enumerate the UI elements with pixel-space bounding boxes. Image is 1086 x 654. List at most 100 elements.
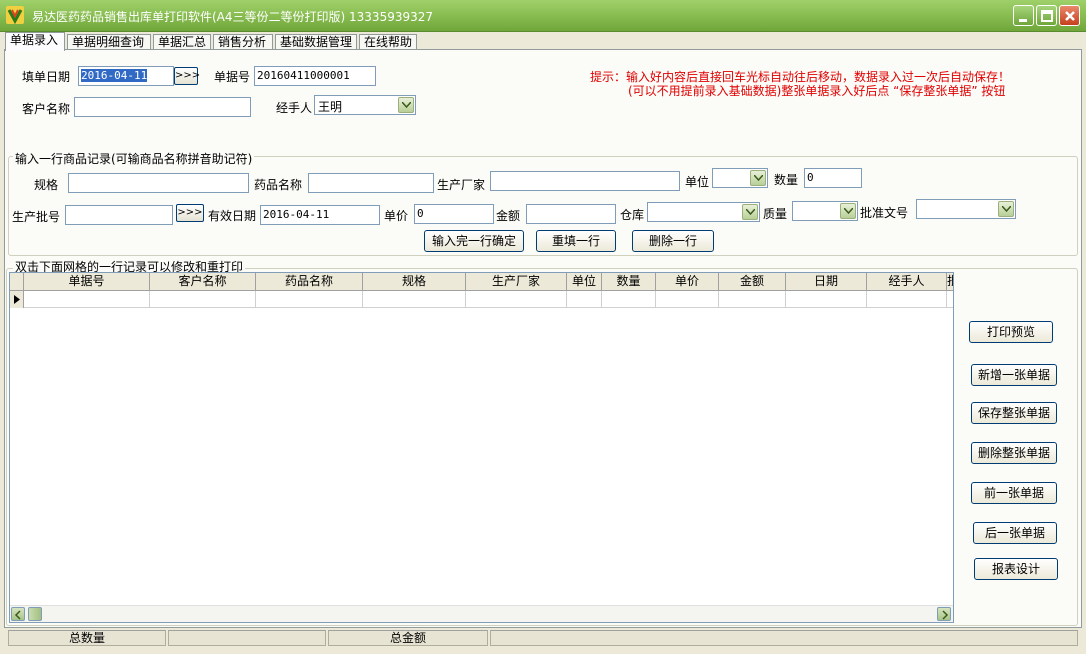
tab-sales-analysis[interactable]: 销售分析 [213,34,273,50]
report-design-button[interactable]: 报表设计 [974,558,1058,580]
confirm-row-button[interactable]: 输入完一行确定 [424,230,524,252]
handler-value: 王明 [318,100,343,114]
col-doc-no[interactable]: 单据号 [24,273,150,291]
handler-select[interactable]: 王明 [314,95,416,115]
date-field[interactable]: 2016-04-11 [78,66,174,86]
col-date[interactable]: 日期 [786,273,867,291]
next-doc-button[interactable]: 后一张单据 [973,522,1057,544]
col-qty[interactable]: 数量 [602,273,656,291]
chevron-down-icon[interactable] [840,203,856,219]
horizontal-scrollbar[interactable] [10,605,953,622]
entry-group-title: 输入一行商品记录(可输商品名称拼音助记符) [13,150,255,167]
col-batch[interactable]: 批号 [947,273,953,291]
print-preview-button[interactable]: 打印预览 [969,321,1053,343]
col-spec[interactable]: 规格 [363,273,466,291]
expiry-field[interactable]: 2016-04-11 [260,205,380,225]
chevron-down-icon[interactable] [742,204,758,220]
table-cell[interactable] [567,291,602,308]
maker-field[interactable] [490,171,680,191]
table-cell[interactable] [719,291,786,308]
col-maker[interactable]: 生产厂家 [466,273,567,291]
amount-label: 金额 [496,209,521,223]
minimize-icon[interactable] [1013,5,1034,26]
table-cell[interactable] [656,291,719,308]
spec-label: 规格 [34,178,59,192]
batch-field[interactable] [65,205,173,225]
tab-online-help[interactable]: 在线帮助 [359,34,417,50]
tab-entry[interactable]: 单据录入 [5,32,65,51]
col-unit[interactable]: 单位 [567,273,602,291]
total-amount-label: 总金额 [328,630,488,646]
expiry-label: 有效日期 [208,209,257,223]
save-doc-button[interactable]: 保存整张单据 [971,402,1057,424]
table-cell[interactable] [867,291,947,308]
batch-picker-button[interactable]: >>> [176,204,204,222]
table-cell[interactable] [150,291,256,308]
grid-corner [10,273,24,291]
qty-field[interactable]: 0 [804,168,862,188]
delete-doc-button[interactable]: 删除整张单据 [971,442,1057,464]
unit-label: 单位 [685,175,710,189]
table-cell[interactable] [24,291,150,308]
approval-no-label: 批准文号 [860,206,909,220]
prev-doc-button[interactable]: 前一张单据 [971,482,1057,504]
warehouse-select[interactable] [647,202,760,222]
spec-field[interactable] [68,173,249,193]
scroll-thumb[interactable] [28,607,42,621]
total-qty-label: 总数量 [8,630,166,646]
amount-field[interactable] [526,204,616,224]
quality-select[interactable] [792,201,858,221]
app-logo-icon [6,6,24,24]
table-cell[interactable] [466,291,567,308]
maker-label: 生产厂家 [437,178,486,192]
table-row[interactable] [10,291,953,308]
price-label: 单价 [384,209,409,223]
batch-label: 生产批号 [12,210,61,224]
close-icon[interactable] [1059,5,1080,26]
tab-detail-query[interactable]: 单据明细查询 [67,34,151,50]
customer-label: 客户名称 [22,102,71,116]
customer-field[interactable] [74,97,251,117]
tab-base-data[interactable]: 基础数据管理 [275,34,357,50]
doc-no-label: 单据号 [214,70,251,84]
delete-row-button[interactable]: 删除一行 [632,230,714,252]
col-handler[interactable]: 经手人 [867,273,947,291]
quality-label: 质量 [763,207,788,221]
total-qty-value [168,630,326,646]
scroll-right-icon[interactable] [937,607,951,621]
window-title: 易达医药药品销售出库单打印软件(A4三等份二等份打印版) 13335939327 [32,10,434,24]
hint-line-2: (可以不用提前录入基础数据)整张单据录入好后点 “保存整张单据” 按钮 [628,84,1006,98]
date-label: 填单日期 [22,70,71,84]
approval-no-select[interactable] [916,199,1016,219]
grid-header: 单据号 客户名称 药品名称 规格 生产厂家 单位 数量 单价 金额 日期 经手人… [10,273,953,291]
total-amount-value [490,630,1078,646]
chevron-down-icon[interactable] [750,170,766,186]
chevron-down-icon[interactable] [998,201,1014,217]
chevron-down-icon[interactable] [398,97,414,113]
price-field[interactable]: 0 [414,204,494,224]
drug-name-field[interactable] [308,173,434,193]
refill-row-button[interactable]: 重填一行 [536,230,616,252]
col-amount[interactable]: 金额 [719,273,786,291]
tab-summary[interactable]: 单据汇总 [153,34,211,50]
doc-no-field[interactable]: 20160411000001 [254,66,376,86]
maximize-icon[interactable] [1036,5,1057,26]
table-cell[interactable] [602,291,656,308]
new-doc-button[interactable]: 新增一张单据 [971,364,1057,386]
title-bar: 易达医药药品销售出库单打印软件(A4三等份二等份打印版) 13335939327 [0,0,1086,32]
status-bar: 总数量 总金额 [0,630,1086,654]
unit-select[interactable] [712,168,768,188]
warehouse-label: 仓库 [620,208,645,222]
handler-label: 经手人 [276,101,313,115]
scroll-left-icon[interactable] [11,607,25,621]
drug-name-label: 药品名称 [254,178,303,192]
date-picker-button[interactable]: >>> [174,67,200,85]
table-cell[interactable] [256,291,363,308]
records-grid[interactable]: 单据号 客户名称 药品名称 规格 生产厂家 单位 数量 单价 金额 日期 经手人… [9,272,954,623]
table-cell[interactable] [363,291,466,308]
table-cell[interactable] [786,291,867,308]
col-customer[interactable]: 客户名称 [150,273,256,291]
col-drug-name[interactable]: 药品名称 [256,273,363,291]
qty-label: 数量 [774,173,799,187]
col-price[interactable]: 单价 [656,273,719,291]
